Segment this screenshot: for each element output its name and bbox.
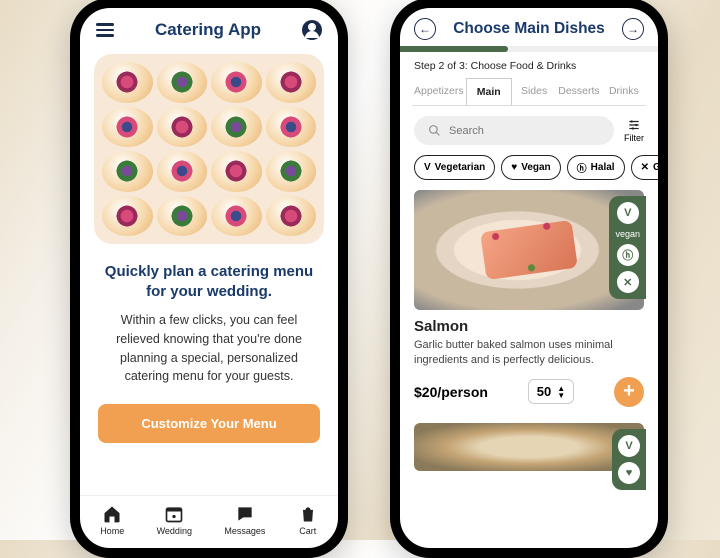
tab-messages[interactable]: Messages: [224, 504, 265, 536]
dishes-header: ← Choose Main Dishes →: [400, 8, 658, 46]
home-header: Catering App: [80, 8, 338, 48]
tab-cart[interactable]: Cart: [298, 504, 318, 536]
back-button[interactable]: ←: [414, 18, 436, 40]
vegan-badge-icon: V: [617, 202, 639, 224]
search-input[interactable]: [449, 125, 600, 137]
dish-card-next: V ♥: [414, 423, 644, 471]
heart-badge-icon: ♥: [618, 462, 640, 484]
hero-image: [94, 54, 324, 244]
home-icon: [102, 504, 122, 524]
chip-halal[interactable]: ⓗHalal: [567, 155, 625, 180]
dish-image: [414, 423, 644, 471]
search-icon: [428, 124, 441, 137]
dish-badges: V vegan ⓗ ✕: [609, 196, 646, 299]
halal-badge-icon: ⓗ: [617, 244, 639, 266]
dish-badges: V ♥: [612, 429, 646, 490]
page-title: Choose Main Dishes: [453, 20, 605, 38]
chip-vegetarian[interactable]: VVegetarian: [414, 155, 495, 180]
cat-desserts[interactable]: Desserts: [556, 78, 601, 105]
leaf-icon: V: [424, 162, 431, 173]
dish-price: $20/person: [414, 384, 488, 400]
step-label: Step 2 of 3: Choose Food & Drinks: [400, 52, 658, 78]
glutenfree-badge-icon: ✕: [617, 271, 639, 293]
hero-body: Within a few clicks, you can feel reliev…: [80, 307, 338, 390]
hamburger-icon[interactable]: [96, 23, 114, 37]
wheat-icon: ✕: [641, 162, 649, 173]
bottom-tabbar: Home Wedding Messages Cart: [80, 495, 338, 548]
tab-home[interactable]: Home: [100, 504, 124, 536]
chip-glutenfree[interactable]: ✕Glu: [631, 155, 658, 180]
dishes-screen: ← Choose Main Dishes → Step 2 of 3: Choo…: [400, 8, 658, 548]
heart-icon: ♥: [511, 162, 517, 173]
calendar-icon: [164, 504, 184, 524]
cat-sides[interactable]: Sides: [512, 78, 556, 105]
search-input-wrap[interactable]: [414, 116, 614, 145]
phone-dishes: ← Choose Main Dishes → Step 2 of 3: Choo…: [390, 0, 668, 558]
cat-main[interactable]: Main: [466, 78, 512, 105]
add-button[interactable]: +: [614, 377, 644, 407]
chevron-down-icon[interactable]: ▼: [557, 392, 565, 399]
price-row: $20/person 50 ▲▼ +: [414, 377, 644, 407]
profile-icon[interactable]: [302, 20, 322, 40]
halal-icon: ⓗ: [577, 160, 587, 175]
dish-name: Salmon: [414, 318, 644, 335]
sliders-icon: [626, 118, 642, 132]
diet-chips: VVegetarian ♥Vegan ⓗHalal ✕Glu: [400, 155, 658, 190]
category-tabs: Appetizers Main Sides Desserts Drinks: [412, 78, 646, 106]
forward-button[interactable]: →: [622, 18, 644, 40]
bag-icon: [298, 504, 318, 524]
tab-wedding[interactable]: Wedding: [157, 504, 192, 536]
customize-menu-button[interactable]: Customize Your Menu: [98, 404, 320, 443]
phone-home: Catering App Quickly plan a catering men…: [70, 0, 348, 558]
app-title: Catering App: [155, 20, 261, 40]
home-screen: Catering App Quickly plan a catering men…: [80, 8, 338, 548]
cat-appetizers[interactable]: Appetizers: [412, 78, 466, 105]
chat-icon: [235, 504, 255, 524]
filter-button[interactable]: Filter: [624, 118, 644, 143]
quantity-stepper[interactable]: 50 ▲▼: [528, 379, 574, 404]
vegan-badge-icon: V: [618, 435, 640, 457]
cat-drinks[interactable]: Drinks: [602, 78, 646, 105]
hero-heading: Quickly plan a catering menu for your we…: [80, 250, 338, 307]
dish-description: Garlic butter baked salmon uses minimal …: [414, 338, 644, 369]
dish-card: V vegan ⓗ ✕ Salmon Garlic butter baked s…: [414, 190, 644, 407]
progress-bar: [400, 46, 658, 52]
search-row: Filter: [400, 106, 658, 155]
chip-vegan[interactable]: ♥Vegan: [501, 155, 560, 180]
